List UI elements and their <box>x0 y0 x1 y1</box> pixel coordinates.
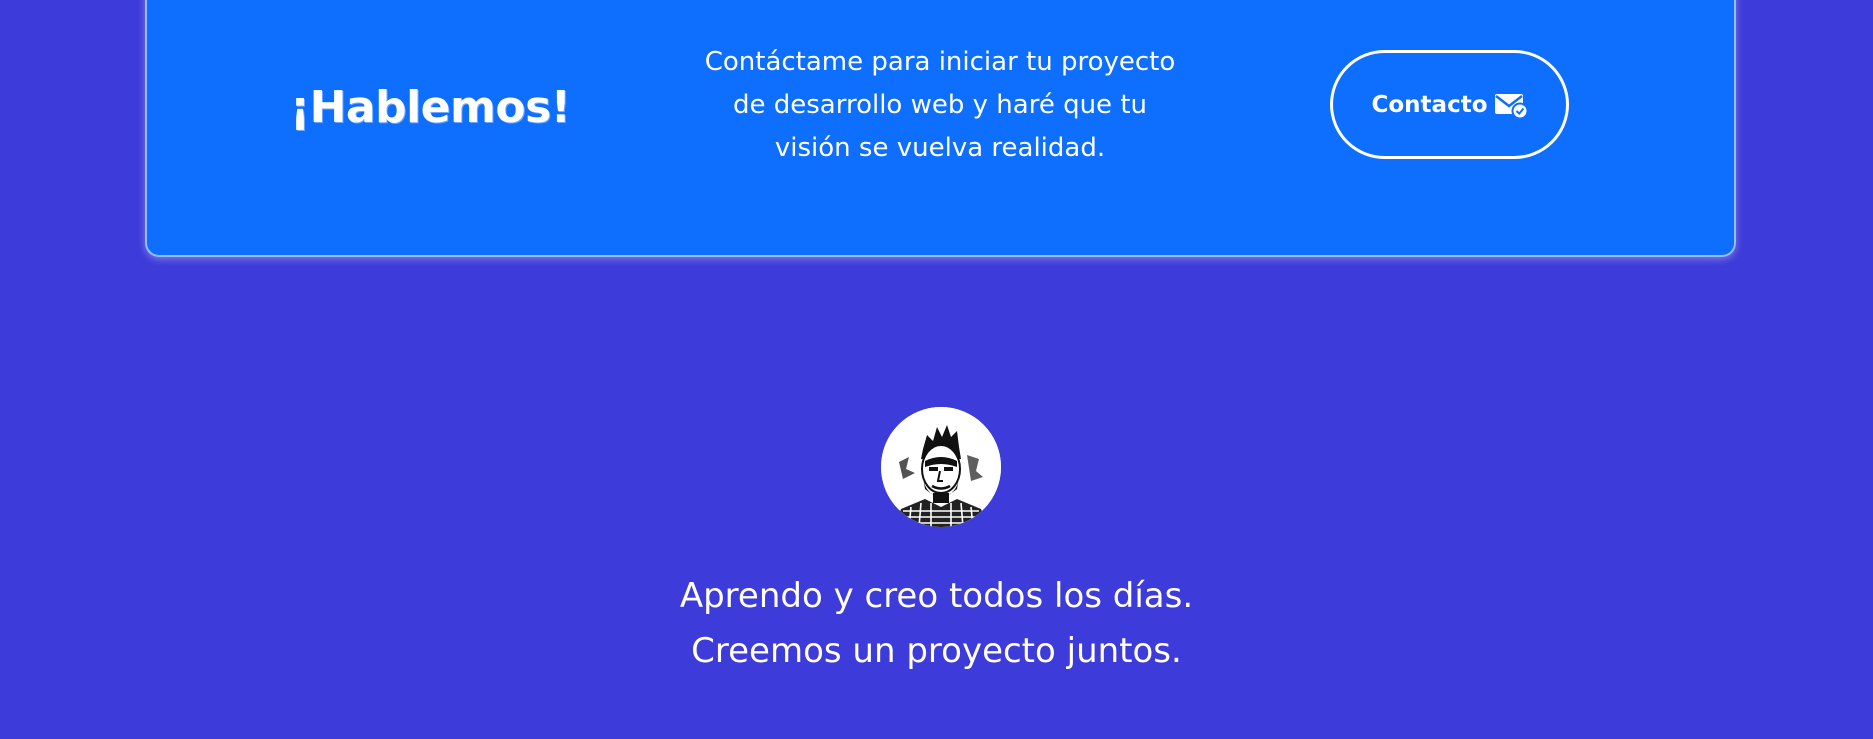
tagline-line-2: Creemos un proyecto juntos. <box>691 631 1182 671</box>
avatar-portrait <box>881 407 1001 527</box>
cta-title: ¡Hablemos! <box>290 82 571 133</box>
avatar <box>881 407 1001 527</box>
contact-button[interactable]: Contacto <box>1330 50 1569 159</box>
contact-button-label: Contacto <box>1371 91 1488 118</box>
cta-description: Contáctame para iniciar tu proyecto de d… <box>704 47 1176 163</box>
tagline-line-1: Aprendo y creo todos los días. <box>679 576 1194 616</box>
mail-check-icon <box>1494 91 1528 119</box>
